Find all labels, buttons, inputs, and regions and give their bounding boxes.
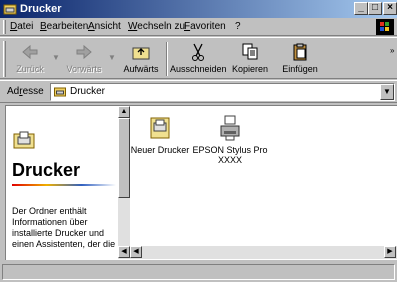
close-button[interactable]: × <box>383 2 397 15</box>
clipboard-icon <box>290 42 310 62</box>
folder-up-icon <box>131 42 151 62</box>
address-label: Adresse <box>7 86 44 97</box>
back-label: Zurück <box>16 64 44 74</box>
windows-logo-icon <box>376 19 394 35</box>
scissors-icon <box>188 42 208 62</box>
scroll-right-icon[interactable]: ▶ <box>384 246 396 258</box>
heading-rule <box>12 184 116 186</box>
paste-label: Einfügen <box>282 64 318 74</box>
scroll-left-icon[interactable]: ◀ <box>130 246 142 258</box>
copy-button[interactable]: Kopieren <box>226 40 274 78</box>
up-label: Aufwärts <box>123 64 159 74</box>
back-dropdown-icon[interactable]: ▼ <box>52 53 60 62</box>
minimize-button[interactable]: _ <box>354 2 368 15</box>
address-dropdown-icon[interactable]: ▼ <box>380 84 394 100</box>
toolbar-grip[interactable] <box>3 41 6 77</box>
forward-dropdown-icon[interactable]: ▼ <box>108 53 116 62</box>
address-bar: Adresse Drucker ▼ <box>0 80 397 103</box>
standard-toolbar: Zurück ▼ Vorwärts ▼ Aufwärts Ausschneide… <box>0 37 397 79</box>
forward-arrow-icon <box>74 42 94 62</box>
toolbar-separator <box>166 42 168 76</box>
folder-view: Drucker Der Ordner enthält Informationen… <box>5 105 397 260</box>
address-field[interactable]: Drucker ▼ <box>50 83 395 101</box>
forward-button[interactable]: Vorwärts <box>62 40 106 78</box>
printer-folder-icon <box>54 86 66 98</box>
back-arrow-icon <box>20 42 40 62</box>
file-item-neuer-drucker[interactable]: Neuer Drucker <box>130 114 190 155</box>
menu-datei[interactable]: Datei <box>10 21 33 33</box>
maximize-button[interactable]: □ <box>368 2 382 15</box>
copy-icon <box>240 42 260 62</box>
cut-label: Ausschneiden <box>170 64 227 74</box>
menu-bearbeiten[interactable]: Bearbeiten <box>40 21 88 33</box>
add-printer-icon <box>148 114 172 142</box>
menu-help[interactable]: ? <box>235 21 241 33</box>
scroll-left-icon[interactable]: ◀ <box>118 246 130 258</box>
toolbar-overflow-chevron[interactable]: » <box>390 46 394 55</box>
file-list: Neuer Drucker EPSON Stylus Pro XXXX <box>130 106 396 246</box>
address-value: Drucker <box>70 86 106 97</box>
menu-favoriten[interactable]: Favoriten <box>184 21 226 33</box>
menu-wechseln-zu[interactable]: Wechseln zu <box>128 21 185 33</box>
window-title: Drucker <box>20 3 62 15</box>
vertical-scrollbar[interactable]: ▲ <box>118 106 130 246</box>
scroll-thumb[interactable] <box>118 118 130 198</box>
status-bar <box>0 262 397 282</box>
back-button[interactable]: Zurück <box>10 40 50 78</box>
printer-folder-icon <box>3 2 17 16</box>
menu-grip[interactable] <box>3 20 6 34</box>
panel-heading: Drucker <box>12 160 81 180</box>
printer-folder-icon <box>12 128 36 152</box>
cut-button[interactable]: Ausschneiden <box>170 40 227 78</box>
title-bar: Drucker _ □ × <box>0 0 397 18</box>
web-view-panel: Drucker Der Ordner enthält Informationen… <box>6 106 118 259</box>
file-item-epson-printer[interactable]: EPSON Stylus Pro XXXX <box>188 114 272 165</box>
status-panel <box>2 264 395 280</box>
panel-description: Der Ordner enthält Informationen über in… <box>12 206 116 249</box>
explorer-window: Drucker _ □ × Datei Bearbeiten Ansicht W… <box>0 0 397 282</box>
up-button[interactable]: Aufwärts <box>118 40 164 78</box>
menu-bar: Datei Bearbeiten Ansicht Wechseln zu Fav… <box>0 18 397 36</box>
scroll-up-icon[interactable]: ▲ <box>118 106 130 118</box>
copy-label: Kopieren <box>231 64 269 74</box>
menu-ansicht[interactable]: Ansicht <box>88 21 121 33</box>
paste-button[interactable]: Einfügen <box>276 40 324 78</box>
forward-label: Vorwärts <box>66 64 102 74</box>
horizontal-scrollbar[interactable]: ◀ ◀ ▶ <box>118 246 397 259</box>
file-name: EPSON Stylus Pro XXXX <box>192 145 268 165</box>
printer-icon <box>218 114 242 142</box>
file-name: Neuer Drucker <box>130 145 190 155</box>
